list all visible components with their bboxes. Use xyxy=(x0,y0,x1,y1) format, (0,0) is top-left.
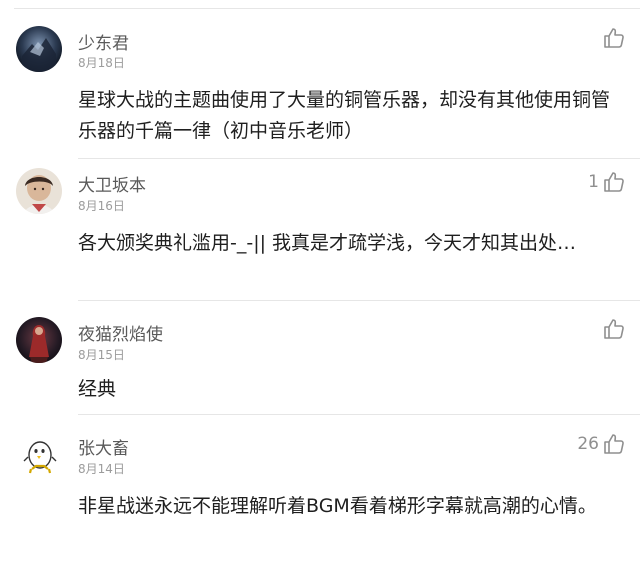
user-avatar[interactable] xyxy=(16,431,62,477)
comment-item: 张大畜 8月14日 26 非星战迷永远不能理解听着BGM看着梯形字幕就高潮的心情… xyxy=(0,415,640,562)
photo-portrait-avatar-icon xyxy=(16,168,62,214)
like-count: 1 xyxy=(588,172,599,192)
thumbs-up-icon xyxy=(604,28,624,48)
like-count: 26 xyxy=(577,434,599,454)
comment-text: 非星战迷永远不能理解听着BGM看着梯形字幕就高潮的心情。 xyxy=(78,495,597,517)
comment-date: 8月18日 xyxy=(78,56,125,70)
comment-text: 经典 xyxy=(78,378,117,400)
user-avatar[interactable] xyxy=(16,168,62,214)
comment-item: 夜猫烈焰使 8月15日 经典 xyxy=(0,301,640,415)
username[interactable]: 夜猫烈焰使 xyxy=(78,320,163,345)
thumbs-up-icon xyxy=(604,172,624,192)
comment-item: 少东君 8月18日 星球大战的主题曲使用了大量的铜管乐器，却没有其他使用铜管乐器… xyxy=(0,9,640,159)
top-divider xyxy=(14,0,640,9)
comment-text: 各大颁奖典礼滥用-_-|| 我真是才疏学浅，今天才知其出处… xyxy=(78,232,577,254)
dark-blue-fantasy-avatar-icon xyxy=(16,26,62,72)
like-button[interactable]: 1 xyxy=(588,169,626,195)
username[interactable]: 大卫坂本 xyxy=(78,171,146,196)
comment-date: 8月15日 xyxy=(78,348,125,362)
user-avatar[interactable] xyxy=(16,26,62,72)
red-dark-character-avatar-icon xyxy=(16,317,62,363)
comment-text: 星球大战的主题曲使用了大量的铜管乐器，却没有其他使用铜管乐器的千篇一律（初中音乐… xyxy=(78,89,611,142)
comment-date: 8月14日 xyxy=(78,462,125,476)
user-avatar[interactable] xyxy=(16,317,62,363)
username[interactable]: 张大畜 xyxy=(78,434,129,459)
like-button[interactable] xyxy=(599,316,626,342)
comment-item: 大卫坂本 8月16日 1 各大颁奖典礼滥用-_-|| 我真是才疏学浅，今天才知其… xyxy=(0,159,640,301)
thumbs-up-icon xyxy=(604,434,624,454)
comment-date: 8月16日 xyxy=(78,199,125,213)
cartoon-penguin-avatar-icon xyxy=(16,431,62,477)
thumbs-up-icon xyxy=(604,319,624,339)
like-button[interactable] xyxy=(599,25,626,51)
like-button[interactable]: 26 xyxy=(577,431,626,457)
username[interactable]: 少东君 xyxy=(78,29,129,54)
